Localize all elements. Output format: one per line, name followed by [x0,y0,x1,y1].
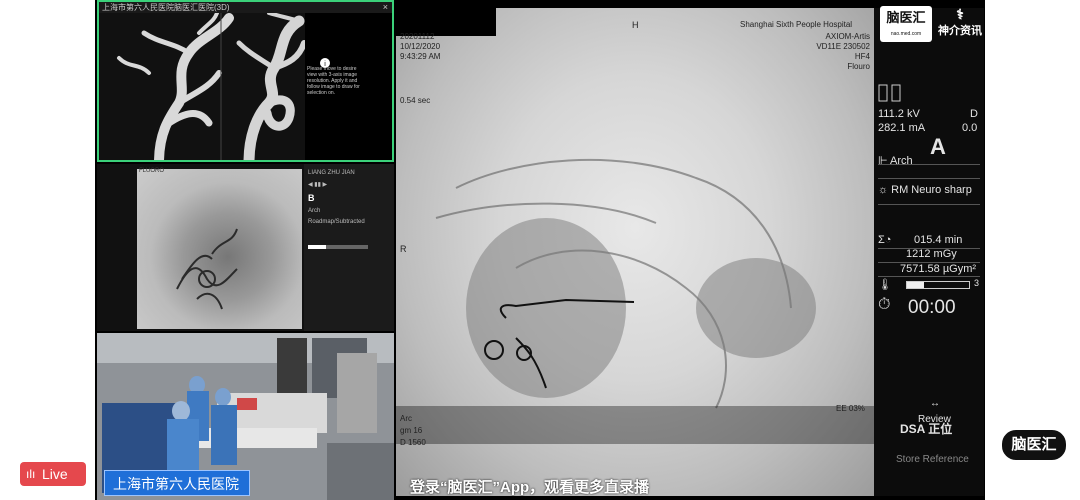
volume-icon[interactable]: ◀) [992,462,1012,483]
promo-caption: 登录“脑医汇”App，观看更多直录播 [410,479,650,496]
arch-icon: ⊩ [878,155,891,167]
heat-bar-max: 3 [974,278,980,288]
plane-letter: A [930,134,946,159]
meta-line: AXIOM-Artis [825,32,870,41]
angio-progress-bar [308,245,368,249]
heat-bar-fill [907,282,925,288]
exposure-info-panel: 111.2 kV D 282.1 mA 0.0 A ⊩ Arch ☼ RM Ne… [874,8,984,496]
meta-line: Flouro [847,62,870,71]
dsa-position-label: DSA 正位 [900,422,953,436]
bottom-naoyihui-logo: 脑医汇 [1000,428,1068,462]
3d-panel-title: 上海市第六人民医院脑医汇医院(3D) [102,3,230,12]
kv-right-label: D [970,108,978,120]
store-reference-button[interactable]: Store Reference [896,454,969,465]
angio-header-left: FLUORO [139,168,165,174]
divider [878,204,980,205]
meta-line: VD11E 230502 [816,42,870,51]
fullscreen-icon[interactable]: ⛶ [1040,462,1053,483]
live-bars-icon: ılı [26,467,36,481]
sun-icon: ☼ [878,184,892,196]
hospital-tag: 上海市第六人民医院 [104,470,250,496]
thermometer-icon: 🌡 [878,279,892,291]
dose-area-product: 7571.58 µGym² [900,263,977,275]
meta-line: 9:43:29 AM [400,52,441,61]
review-arrows-icon[interactable]: ↔ [930,398,940,409]
hospital-overlay: Shanghai Sixth People Hospital [740,20,853,29]
angio-side-item: Arch [308,208,321,214]
meta-line: HF4 [854,52,870,61]
meta-line: gm 16 [400,426,423,435]
program-text: RM Neuro sharp [891,184,972,196]
top-left-meta: 20201112 10/12/2020 9:43:29 AM [400,32,440,62]
dose-mgy: 1212 mGy [906,248,957,260]
fluoroscopy-image [396,8,874,444]
live-label: Live [42,466,68,482]
ma-value: 282.1 mA [878,122,926,134]
bottom-left-meta: Arc gm 16 D 1560 [400,413,426,449]
naoyihui-logo-sub: nao.med.com [890,31,922,37]
edge-enhancement-label: EE 03% [836,404,865,413]
timer: 00:00 [908,297,956,318]
3d-panel-titlebar: 上海市第六人民医院脑医汇医院(3D) [99,2,392,13]
fluoroscopy-main-view[interactable]: 20201112 10/12/2020 9:43:29 AM H Shangha… [396,8,874,496]
kv-value: 111.2 kV [878,108,920,120]
vessel-shadow [176,228,238,310]
naoyihui-logo-text: 脑医汇 [886,10,926,25]
left-white-pillar [0,0,95,500]
video-frame: 上海市第六人民医院脑医汇医院(3D) × i Please move to de… [0,0,1080,500]
live-badge: ılı Live [20,462,86,486]
arch-label: ⊩ Arch [878,154,913,167]
angio-xray-image [137,169,302,329]
orientation-h-label: H [632,20,639,30]
fluoro-time: 015.4 min [914,234,963,246]
arch-text: Arch [890,155,913,167]
heat-bar [906,281,970,289]
shenjie-mark-icon: ⚕ [956,6,964,22]
angio-playback-controls[interactable]: ◀ ▮▮ ▶ [308,181,390,188]
tube-icon [878,84,901,102]
angiography-panel[interactable]: FLUORO LIANG ZHU JIAN ◀ ▮▮ ▶ B Arch Road… [97,164,394,331]
angio-side-item: LIANG ZHU JIAN [308,170,355,176]
shenjie-logo: ⚕ 神介资讯 [936,6,984,42]
divider [878,178,980,179]
meta-line: D 1560 [400,438,426,447]
naoyihui-logo: 脑医汇 nao.med.com [880,6,932,42]
angio-side-panel: LIANG ZHU JIAN ◀ ▮▮ ▶ B Arch Roadmap/Sub… [304,164,394,331]
stopwatch-icon: ⏱ [878,296,891,313]
meta-line: 10/12/2020 [400,42,441,51]
meta-line: 20201112 [400,32,435,41]
top-right-meta: AXIOM-Artis VD11E 230502 HF4 Flouro [806,32,870,72]
close-icon[interactable]: × [383,2,388,12]
3d-info-text: Please move to desire view with 3-axis i… [307,66,360,96]
3d-reconstruction-panel[interactable]: 上海市第六人民医院脑医汇医院(3D) × i Please move to de… [97,0,394,162]
angio-side-item: Roadmap/Subtracted [308,219,365,225]
shenjie-logo-text: 神介资讯 [938,25,982,37]
angio-side-letter: B [308,193,315,203]
sigma-icon: Σ◔ [878,234,892,246]
frame-time: 0.54 sec [400,96,431,105]
bottom-logo-text: 脑医汇 [1011,436,1057,453]
divider [878,276,980,277]
program-label: ☼ RM Neuro sharp [878,184,972,196]
orientation-r-label: R [400,244,407,254]
meta-line: Arc [400,414,412,423]
right-white-pillar [985,0,1080,500]
ma-right-label: 0.0 [962,122,978,134]
